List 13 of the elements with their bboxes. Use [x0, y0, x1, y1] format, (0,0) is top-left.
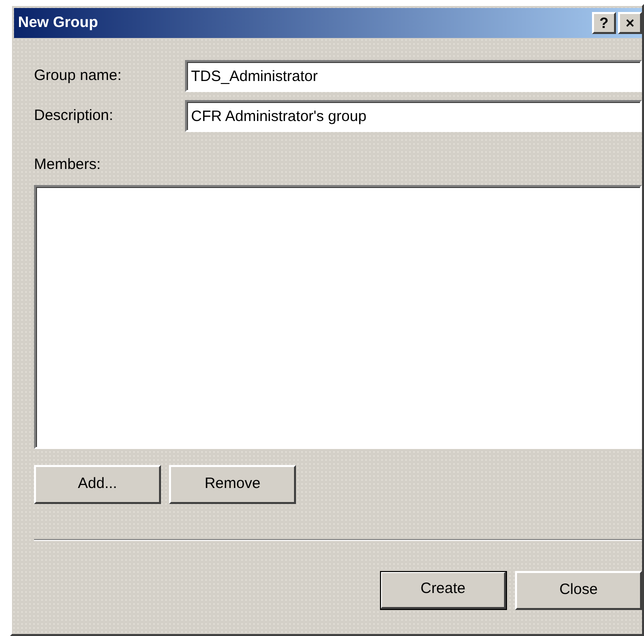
dialog-button[interactable]: Close	[515, 570, 642, 610]
field-label: Group name:	[34, 66, 123, 86]
help-button[interactable]: ?	[592, 12, 616, 34]
dialog-button[interactable]: Add...	[34, 464, 161, 504]
members-list[interactable]	[34, 184, 642, 448]
close-button[interactable]: ×	[618, 12, 642, 34]
window-title: New Group	[18, 12, 100, 33]
dialog-button[interactable]: Remove	[169, 464, 296, 504]
members-label: Members:	[34, 155, 102, 175]
dialog-button[interactable]: Create	[380, 570, 507, 610]
field-label: Description:	[34, 106, 114, 126]
input-field[interactable]: TDS_Administrator	[185, 60, 642, 92]
input-field[interactable]: CFR Administrator's group	[185, 100, 642, 132]
